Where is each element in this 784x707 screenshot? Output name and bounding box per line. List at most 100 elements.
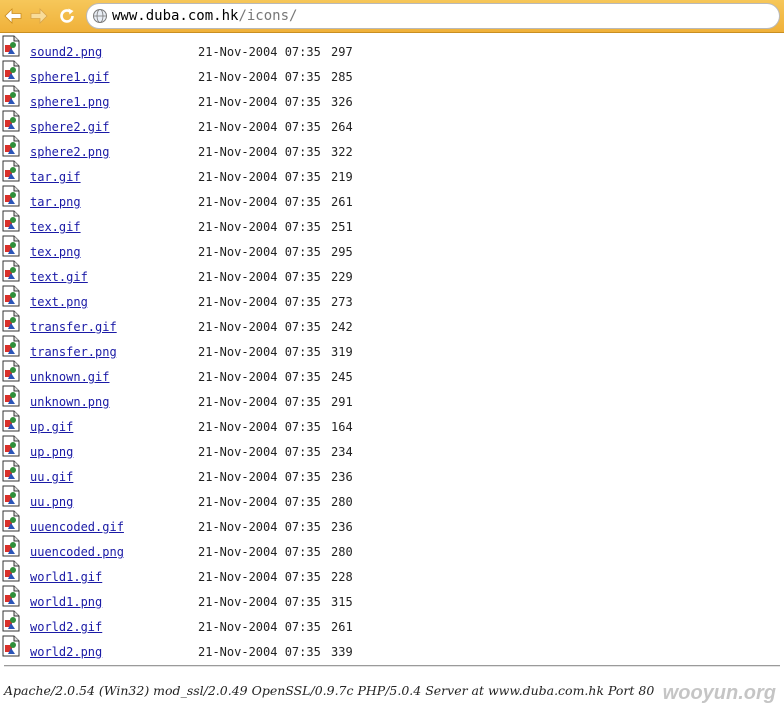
file-date: 21-Nov-2004 07:35 (198, 120, 321, 134)
file-date: 21-Nov-2004 07:35 (198, 495, 321, 509)
file-size: 236 (331, 470, 353, 484)
file-row: sphere2.png 21-Nov-2004 07:35 322 (0, 135, 784, 160)
file-date: 21-Nov-2004 07:35 (198, 195, 321, 209)
image-file-icon (2, 560, 20, 582)
file-size: 273 (331, 295, 353, 309)
file-link[interactable]: world1.png (30, 595, 102, 609)
image-file-icon (2, 410, 20, 432)
file-link[interactable]: up.gif (30, 420, 73, 434)
image-file-icon (2, 235, 20, 257)
file-link[interactable]: up.png (30, 445, 73, 459)
image-file-icon (2, 385, 20, 407)
file-link[interactable]: transfer.png (30, 345, 117, 359)
image-file-icon (2, 460, 20, 482)
file-row: tex.png 21-Nov-2004 07:35 295 (0, 235, 784, 260)
image-file-icon (2, 185, 20, 207)
image-file-icon (2, 285, 20, 307)
file-size: 280 (331, 545, 353, 559)
back-button[interactable] (2, 5, 24, 27)
image-file-icon (2, 435, 20, 457)
file-size: 219 (331, 170, 353, 184)
file-row: uu.gif 21-Nov-2004 07:35 236 (0, 460, 784, 485)
file-link[interactable]: sound2.png (30, 45, 102, 59)
file-row: tar.png 21-Nov-2004 07:35 261 (0, 185, 784, 210)
reload-button[interactable] (56, 5, 78, 27)
file-row: tex.gif 21-Nov-2004 07:35 251 (0, 210, 784, 235)
file-size: 234 (331, 445, 353, 459)
file-link[interactable]: sphere1.gif (30, 70, 109, 84)
file-size: 264 (331, 120, 353, 134)
file-link[interactable]: uuencoded.png (30, 545, 124, 559)
file-size: 322 (331, 145, 353, 159)
file-link[interactable]: tex.png (30, 245, 81, 259)
image-file-icon (2, 60, 20, 82)
file-size: 236 (331, 520, 353, 534)
file-link[interactable]: text.png (30, 295, 88, 309)
url-text: www.duba.com.hk/icons/ (112, 7, 297, 25)
file-link[interactable]: tar.png (30, 195, 81, 209)
file-link[interactable]: transfer.gif (30, 320, 117, 334)
file-date: 21-Nov-2004 07:35 (198, 620, 321, 634)
file-size: 295 (331, 245, 353, 259)
file-size: 315 (331, 595, 353, 609)
image-file-icon (2, 635, 20, 657)
file-date: 21-Nov-2004 07:35 (198, 145, 321, 159)
file-size: 245 (331, 370, 353, 384)
file-row: sphere1.gif 21-Nov-2004 07:35 285 (0, 60, 784, 85)
url-host: www.duba.com.hk (112, 8, 239, 24)
file-date: 21-Nov-2004 07:35 (198, 520, 321, 534)
file-date: 21-Nov-2004 07:35 (198, 270, 321, 284)
file-link[interactable]: sphere2.gif (30, 120, 109, 134)
file-link[interactable]: world2.png (30, 645, 102, 659)
file-link[interactable]: uu.gif (30, 470, 73, 484)
file-date: 21-Nov-2004 07:35 (198, 570, 321, 584)
file-row: text.gif 21-Nov-2004 07:35 229 (0, 260, 784, 285)
file-size: 261 (331, 195, 353, 209)
file-row: uu.png 21-Nov-2004 07:35 280 (0, 485, 784, 510)
file-row: transfer.gif 21-Nov-2004 07:35 242 (0, 310, 784, 335)
file-date: 21-Nov-2004 07:35 (198, 470, 321, 484)
file-size: 228 (331, 570, 353, 584)
file-size: 319 (331, 345, 353, 359)
file-link[interactable]: tar.gif (30, 170, 81, 184)
file-link[interactable]: uu.png (30, 495, 73, 509)
file-link[interactable]: world1.gif (30, 570, 102, 584)
file-date: 21-Nov-2004 07:35 (198, 320, 321, 334)
file-size: 164 (331, 420, 353, 434)
file-link[interactable]: sphere1.png (30, 95, 109, 109)
file-date: 21-Nov-2004 07:35 (198, 245, 321, 259)
image-file-icon (2, 485, 20, 507)
image-file-icon (2, 210, 20, 232)
file-date: 21-Nov-2004 07:35 (198, 395, 321, 409)
image-file-icon (2, 35, 20, 57)
image-file-icon (2, 110, 20, 132)
file-size: 297 (331, 45, 353, 59)
file-date: 21-Nov-2004 07:35 (198, 70, 321, 84)
image-file-icon (2, 310, 20, 332)
file-size: 339 (331, 645, 353, 659)
file-link[interactable]: tex.gif (30, 220, 81, 234)
file-link[interactable]: uuencoded.gif (30, 520, 124, 534)
file-size: 251 (331, 220, 353, 234)
image-file-icon (2, 535, 20, 557)
file-link[interactable]: unknown.gif (30, 370, 109, 384)
image-file-icon (2, 335, 20, 357)
file-row: up.png 21-Nov-2004 07:35 234 (0, 435, 784, 460)
image-file-icon (2, 610, 20, 632)
file-link[interactable]: unknown.png (30, 395, 109, 409)
image-file-icon (2, 85, 20, 107)
file-link[interactable]: sphere2.png (30, 145, 109, 159)
file-row: uuencoded.png 21-Nov-2004 07:35 280 (0, 535, 784, 560)
file-row: tar.gif 21-Nov-2004 07:35 219 (0, 160, 784, 185)
file-row: sound2.png 21-Nov-2004 07:35 297 (0, 35, 784, 60)
file-row: world2.gif 21-Nov-2004 07:35 261 (0, 610, 784, 635)
file-link[interactable]: world2.gif (30, 620, 102, 634)
server-signature: Apache/2.0.54 (Win32) mod_ssl/2.0.49 Ope… (4, 683, 655, 698)
file-row: sphere2.gif 21-Nov-2004 07:35 264 (0, 110, 784, 135)
file-link[interactable]: text.gif (30, 270, 88, 284)
globe-icon (93, 9, 107, 23)
file-date: 21-Nov-2004 07:35 (198, 295, 321, 309)
address-bar[interactable]: www.duba.com.hk/icons/ (86, 3, 780, 29)
forward-button[interactable] (28, 5, 50, 27)
file-row: unknown.png 21-Nov-2004 07:35 291 (0, 385, 784, 410)
